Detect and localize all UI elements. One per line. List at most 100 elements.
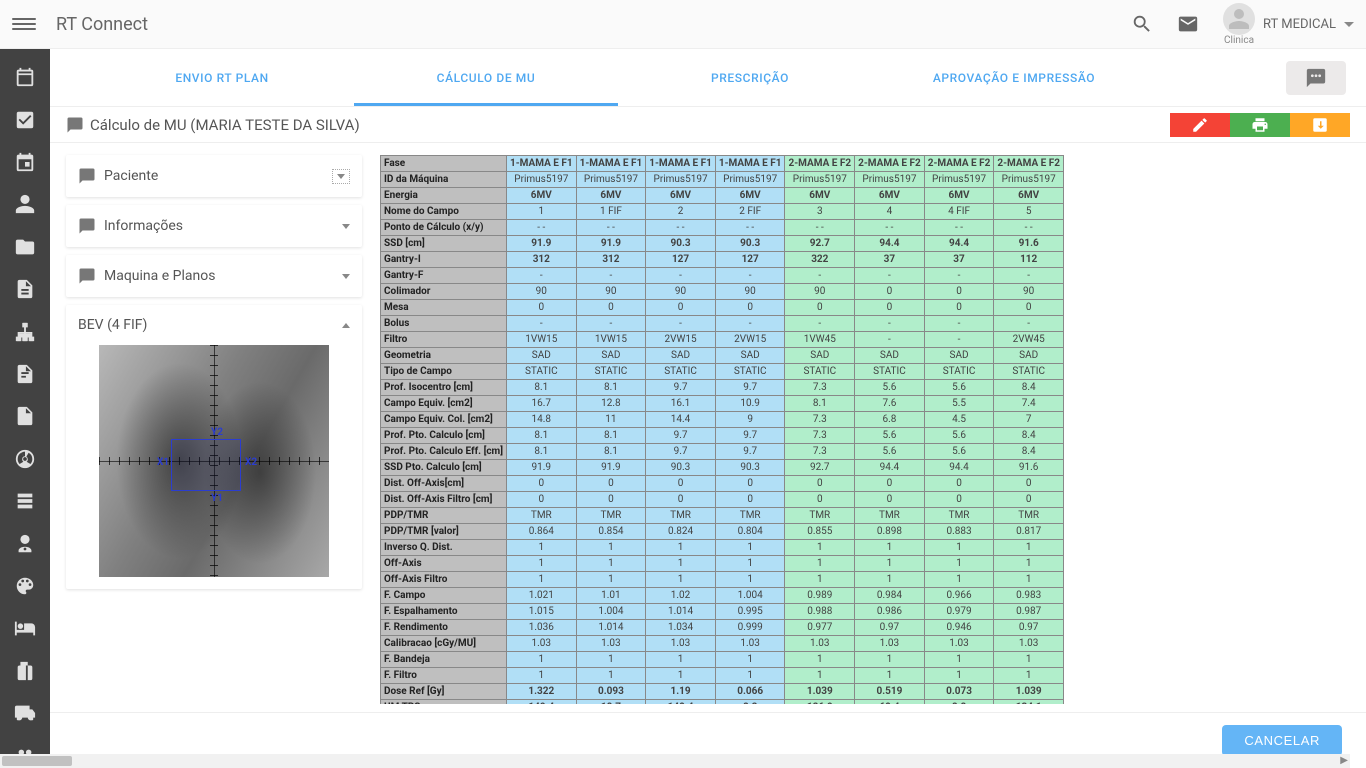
table-cell: 94.4	[924, 460, 994, 476]
table-cell: 12.8	[576, 396, 646, 412]
table-cell: -	[506, 268, 576, 284]
table-cell: 312	[506, 252, 576, 268]
sidebar-item-doctor[interactable]	[0, 531, 50, 555]
table-cell: 1	[924, 556, 994, 572]
horizontal-scrollbar[interactable]	[0, 754, 1350, 768]
table-cell: 8.2	[715, 700, 785, 705]
chat-button[interactable]	[1286, 61, 1346, 95]
table-cell: 1.322	[506, 684, 576, 700]
sidebar-item-event[interactable]	[0, 150, 50, 174]
table-cell: 1	[715, 652, 785, 668]
sidebar-item-server[interactable]	[0, 489, 50, 513]
table-cell: 9.7	[646, 428, 716, 444]
sidebar-item-mobile[interactable]	[0, 659, 50, 683]
table-cell: 2-MAMA E F2	[785, 156, 855, 172]
table-cell: 1	[924, 652, 994, 668]
table-cell: 0.854	[576, 524, 646, 540]
table-cell: 7	[994, 412, 1064, 428]
sidebar-item-report[interactable]	[0, 362, 50, 386]
table-cell: 90	[506, 284, 576, 300]
table-row-label: Campo Equiv. Col. [cm2]	[381, 412, 507, 428]
table-cell: 2-MAMA E F2	[924, 156, 994, 172]
search-icon[interactable]	[1131, 13, 1153, 35]
table-row-label: Geometria	[381, 348, 507, 364]
table-cell: 0	[924, 492, 994, 508]
table-cell: 0	[715, 300, 785, 316]
panel-patient[interactable]: Paciente	[66, 155, 362, 197]
cancel-button[interactable]: CANCELAR	[1222, 725, 1342, 756]
table-cell: -	[715, 316, 785, 332]
sidebar-item-blank-doc[interactable]	[0, 404, 50, 428]
table-cell: SAD	[924, 348, 994, 364]
table-cell: -	[646, 316, 716, 332]
table-cell: 90	[785, 284, 855, 300]
table-cell: -	[785, 268, 855, 284]
tab-aprovacao-impressao[interactable]: APROVAÇÃO E IMPRESSÃO	[882, 49, 1146, 106]
table-cell: 1	[924, 540, 994, 556]
table-cell: 4 FIF	[924, 204, 994, 220]
table-cell: 9.7	[715, 428, 785, 444]
table-cell: 0.073	[924, 684, 994, 700]
sidebar-item-patient[interactable]	[0, 192, 50, 216]
table-row-label: Ponto de Cálculo (x/y)	[381, 220, 507, 236]
table-cell: 0	[855, 300, 925, 316]
sidebar-item-radiation[interactable]	[0, 447, 50, 471]
table-cell: 0	[646, 300, 716, 316]
table-cell: 1	[715, 668, 785, 684]
table-row-label: Prof. Pto. Calculo [cm]	[381, 428, 507, 444]
sidebar	[0, 49, 50, 768]
table-cell: 0	[506, 476, 576, 492]
table-cell: 0.979	[924, 604, 994, 620]
user-menu[interactable]: Clinica RT MEDICAL	[1223, 3, 1354, 46]
table-row-label: Calibracao [cGy/MU]	[381, 636, 507, 652]
table-cell: 8.4	[994, 428, 1064, 444]
table-cell: SAD	[576, 348, 646, 364]
table-row-label: Gantry-F	[381, 268, 507, 284]
sidebar-item-folder[interactable]	[0, 235, 50, 259]
menu-button[interactable]	[12, 12, 36, 36]
table-cell: 0.898	[855, 524, 925, 540]
table-row-label: Dose Ref [Gy]	[381, 684, 507, 700]
sidebar-item-document[interactable]	[0, 277, 50, 301]
sidebar-item-bed[interactable]	[0, 616, 50, 640]
table-cell: 8.1	[576, 428, 646, 444]
table-cell: 10.9	[715, 396, 785, 412]
sidebar-item-sitemap[interactable]	[0, 319, 50, 343]
table-cell: STATIC	[994, 364, 1064, 380]
table-cell: 0	[994, 492, 1064, 508]
table-cell: 1	[785, 540, 855, 556]
table-cell: 9.7	[715, 380, 785, 396]
table-cell: 1	[646, 540, 716, 556]
panel-machine-plans[interactable]: Maquina e Planos	[66, 255, 362, 297]
chevron-up-icon[interactable]	[342, 323, 350, 328]
print-button[interactable]	[1230, 113, 1290, 137]
export-button[interactable]	[1290, 113, 1350, 137]
table-cell: 2VW15	[646, 332, 716, 348]
table-cell: 1 FIF	[576, 204, 646, 220]
table-cell: 0	[715, 476, 785, 492]
table-cell: 5.6	[855, 380, 925, 396]
sidebar-item-palette[interactable]	[0, 574, 50, 598]
sidebar-item-ambulance[interactable]	[0, 701, 50, 725]
table-cell: 1-MAMA E F1	[576, 156, 646, 172]
table-cell: -	[785, 316, 855, 332]
tab-prescricao[interactable]: PRESCRIÇÃO	[618, 49, 882, 106]
table-row-label: Colimador	[381, 284, 507, 300]
table-cell: -	[646, 268, 716, 284]
edit-button[interactable]	[1170, 113, 1230, 137]
tab-envio-rt-plan[interactable]: ENVIO RT PLAN	[90, 49, 354, 106]
tab-calculo-de-mu[interactable]: CÁLCULO DE MU	[354, 49, 618, 106]
table-cell: 0.855	[785, 524, 855, 540]
table-cell: 5	[994, 204, 1064, 220]
table-cell: 7.3	[785, 444, 855, 460]
table-cell: 92.7	[785, 460, 855, 476]
table-cell: 1	[785, 668, 855, 684]
panel-info[interactable]: Informações	[66, 205, 362, 247]
table-cell: 5.6	[855, 428, 925, 444]
sidebar-item-tasks[interactable]	[0, 107, 50, 131]
table-row-label: Off-Axis	[381, 556, 507, 572]
sidebar-item-calendar[interactable]	[0, 65, 50, 89]
table-cell: Primus5197	[994, 172, 1064, 188]
table-cell: 90.3	[715, 236, 785, 252]
mail-icon[interactable]	[1177, 13, 1199, 35]
